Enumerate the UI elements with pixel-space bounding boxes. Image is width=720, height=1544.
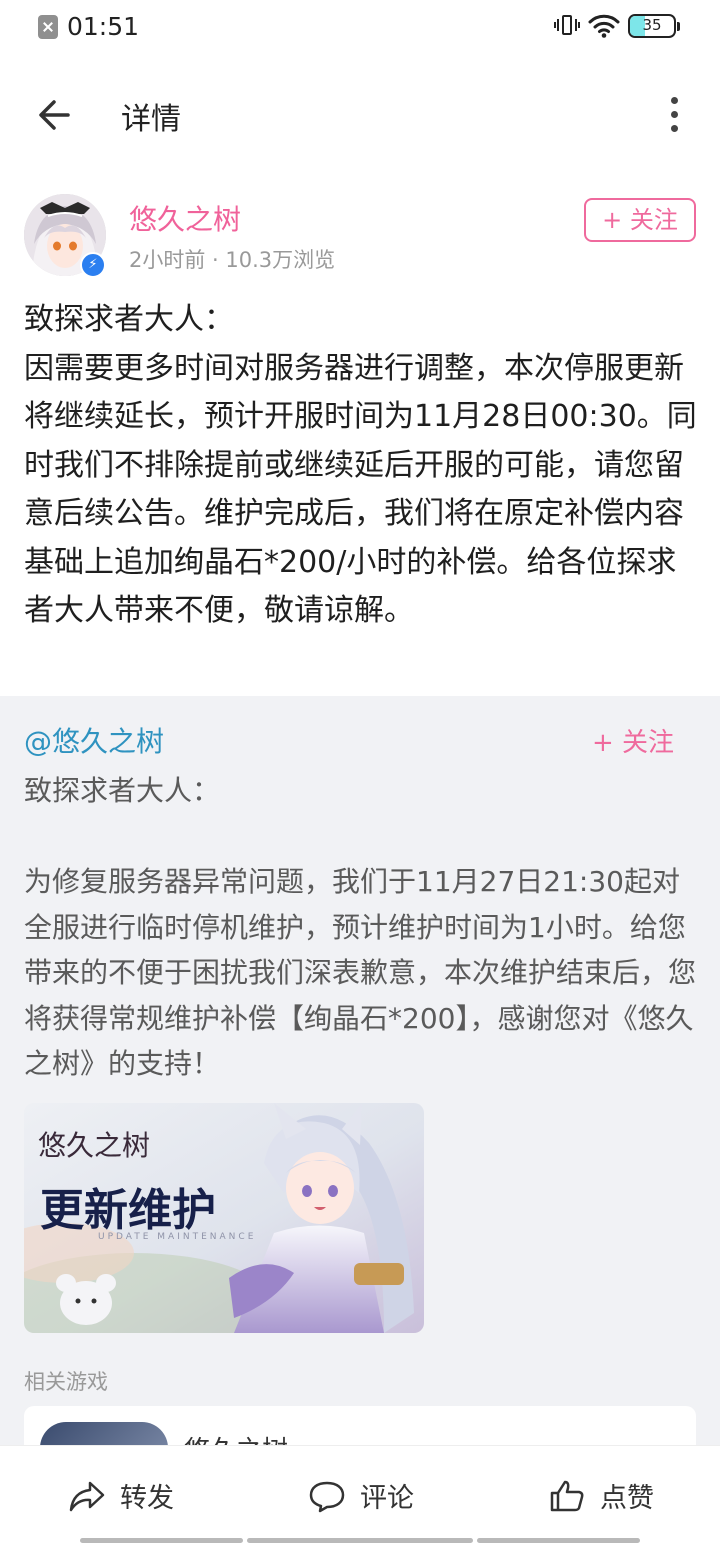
banner-subtitle: UPDATE MAINTENANCE bbox=[98, 1232, 256, 1242]
maintenance-banner-image[interactable]: 悠久之树 更新维护 UPDATE MAINTENANCE bbox=[24, 1103, 424, 1333]
related-games-label: 相关游戏 bbox=[24, 1370, 108, 1394]
share-label: 转发 bbox=[120, 1483, 174, 1514]
notification-close-icon bbox=[38, 14, 58, 39]
status-time: 01:51 bbox=[67, 12, 140, 41]
nav-indicator bbox=[80, 1538, 243, 1543]
more-vertical-icon bbox=[671, 97, 678, 104]
banner-title: 更新维护 bbox=[40, 1185, 216, 1236]
like-button[interactable]: 点赞 bbox=[548, 1476, 654, 1515]
wifi-icon bbox=[588, 14, 620, 38]
back-button[interactable] bbox=[30, 90, 80, 140]
page-title: 详情 bbox=[121, 102, 181, 137]
thumbs-up-icon bbox=[550, 1480, 584, 1511]
battery-level: 35 bbox=[642, 16, 662, 34]
share-icon bbox=[69, 1481, 105, 1511]
like-label: 点赞 bbox=[600, 1483, 654, 1514]
more-options-button[interactable] bbox=[654, 90, 694, 140]
top-app-bar: 详情 bbox=[0, 72, 720, 156]
comment-button[interactable]: 评论 bbox=[308, 1476, 414, 1515]
status-bar: 01:51 35 bbox=[0, 0, 720, 58]
verified-badge-icon: ⚡ bbox=[80, 252, 106, 278]
post-meta: 2小时前 · 10.3万浏览 bbox=[129, 248, 336, 272]
quoted-follow-button[interactable]: + 关注 bbox=[592, 722, 674, 759]
post-body: 致探求者大人： 因需要更多时间对服务器进行调整，本次停服更新将继续延长，预计开服… bbox=[24, 302, 697, 628]
follow-button[interactable]: + 关注 bbox=[584, 198, 696, 242]
quoted-post[interactable]: @悠久之树 + 关注 致探求者大人： 为修复服务器异常问题，我们于11月27日2… bbox=[0, 696, 720, 1466]
quoted-author-link[interactable]: @悠久之树 bbox=[24, 720, 164, 760]
battery-icon: 35 bbox=[628, 14, 676, 38]
comment-icon bbox=[309, 1481, 345, 1512]
comment-label: 评论 bbox=[360, 1483, 414, 1514]
author-name[interactable]: 悠久之树 bbox=[129, 198, 241, 238]
arrow-left-icon bbox=[39, 100, 70, 130]
post-author: ⚡ 悠久之树 2小时前 · 10.3万浏览 + 关注 bbox=[24, 194, 696, 284]
vibrate-icon bbox=[554, 13, 580, 39]
bottom-action-bar: 转发 评论 点赞 bbox=[0, 1445, 720, 1544]
banner-logo: 悠久之树 bbox=[38, 1129, 150, 1162]
quoted-post-body: 致探求者大人： 为修复服务器异常问题，我们于11月27日21:30起对全服进行临… bbox=[24, 774, 697, 1080]
share-button[interactable]: 转发 bbox=[68, 1476, 174, 1515]
